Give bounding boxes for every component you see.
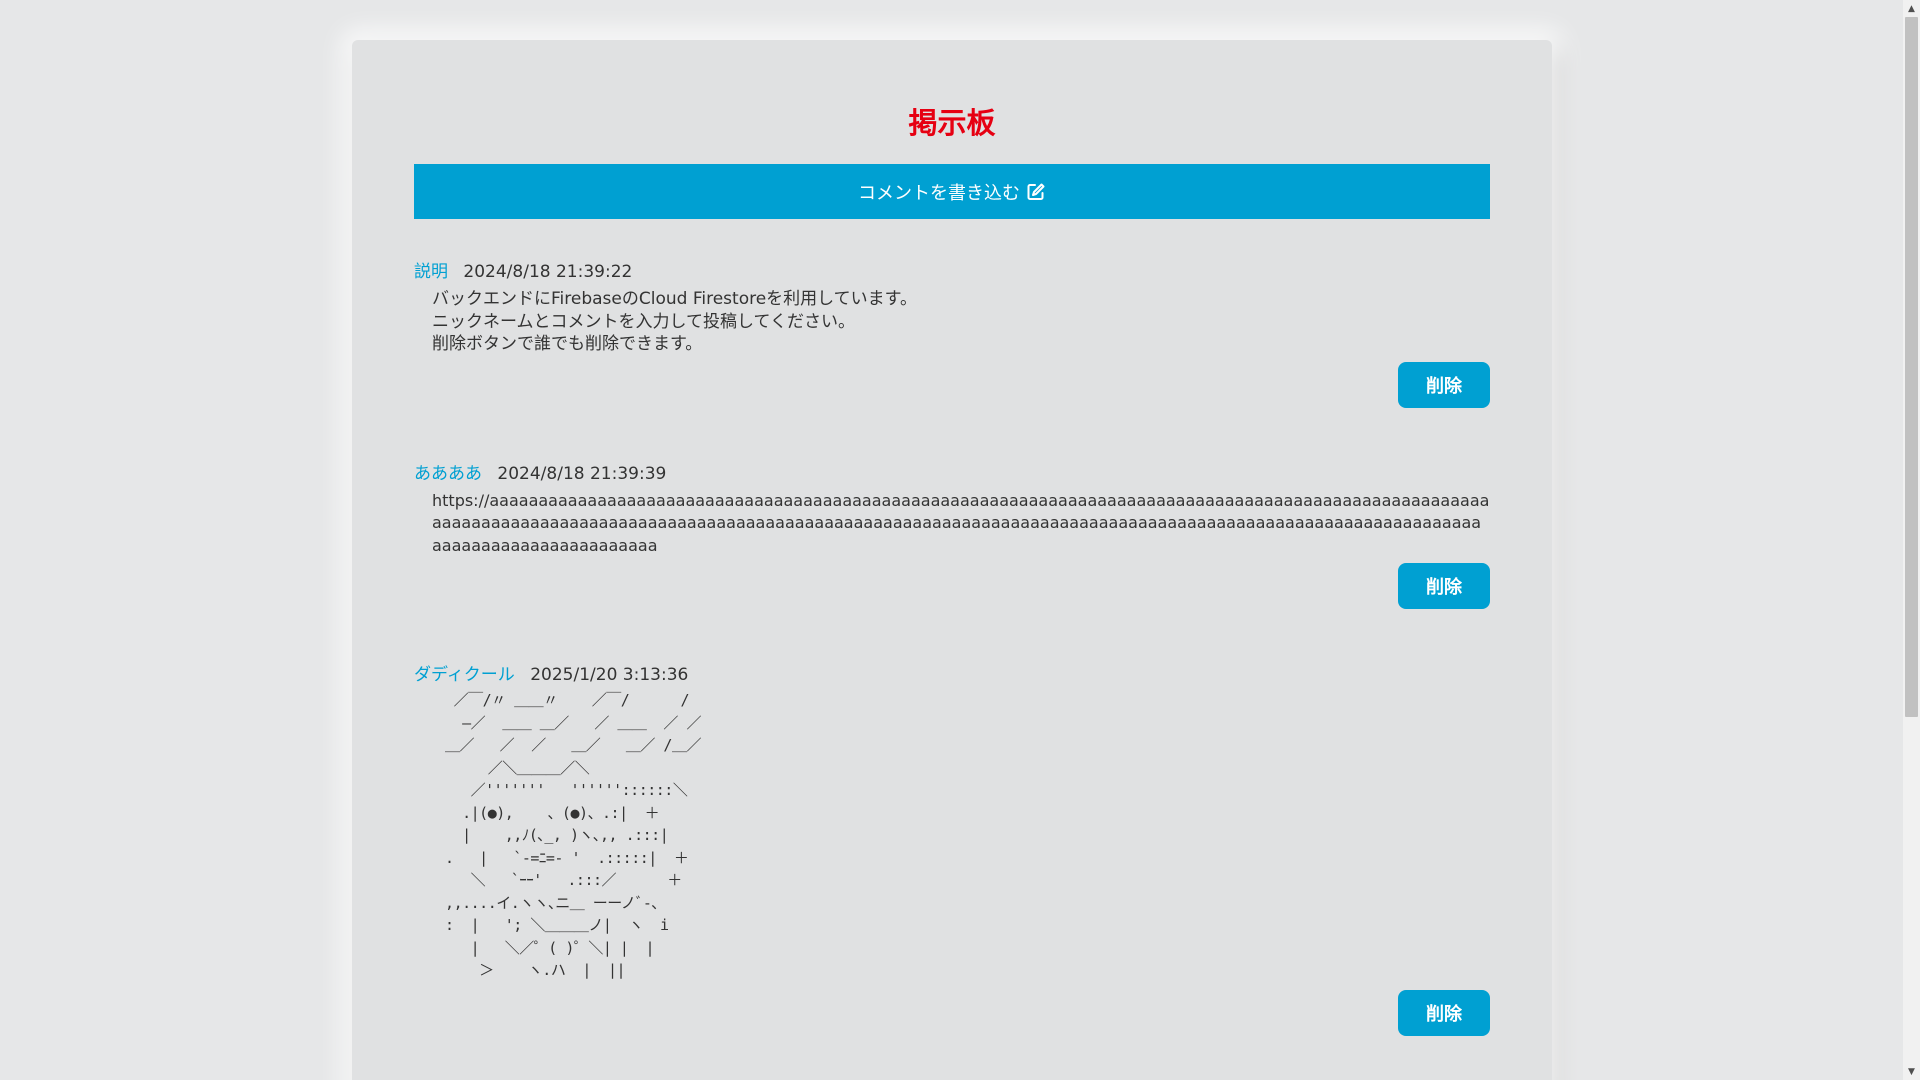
post-actions: 削除 [414, 563, 1490, 609]
board-panel: 掲示板 コメントを書き込む 説明 2024/8/18 21:39:22 バックエ… [352, 40, 1552, 1080]
post-comment: バックエンドにFirebaseのCloud Firestoreを利用しています。… [432, 289, 917, 354]
post-item: ダディクール 2025/1/20 3:13:36 ／￣/〃 ＿＿〃 ／￣/ / … [414, 663, 1490, 1036]
post-author: ああああ [414, 463, 482, 484]
page-title: 掲示板 [908, 106, 996, 140]
board-content: 掲示板 コメントを書き込む 説明 2024/8/18 21:39:22 バックエ… [414, 40, 1490, 1036]
post-author: ダディクール [414, 665, 515, 685]
post-author: 説明 [414, 262, 448, 282]
post-timestamp: 2024/8/18 21:39:39 [497, 463, 667, 484]
scroll-thumb[interactable] [1905, 17, 1918, 717]
scroll-down-icon[interactable]: ▼ [1903, 1063, 1920, 1080]
post-list: 説明 2024/8/18 21:39:22 バックエンドにFirebaseのCl… [414, 260, 1490, 1036]
post-actions: 削除 [414, 989, 1490, 1036]
post-header: ダディクール 2025/1/20 3:13:36 [414, 663, 1490, 687]
post-header: ああああ 2024/8/18 21:39:39 [414, 462, 1490, 486]
write-comment-button[interactable]: コメントを書き込む [414, 164, 1490, 219]
edit-icon [1027, 183, 1045, 200]
post-header: 説明 2024/8/18 21:39:22 [414, 260, 1490, 284]
page: 掲示板 コメントを書き込む 説明 2024/8/18 21:39:22 バックエ… [0, 0, 1920, 1080]
post-timestamp: 2025/1/20 3:13:36 [530, 665, 689, 685]
post-comment: https://aaaaaaaaaaaaaaaaaaaaaaaaaaaaaaaa… [432, 490, 1490, 555]
write-comment-label: コメントを書き込む [858, 182, 1020, 204]
post-item: ああああ 2024/8/18 21:39:39 https://aaaaaaaa… [414, 462, 1490, 609]
vertical-scrollbar[interactable]: ▲ ▼ [1903, 0, 1920, 1080]
post-timestamp: 2024/8/18 21:39:22 [463, 262, 633, 282]
post-comment-ascii-art: ／￣/〃 ＿＿〃 ／￣/ / ―／ ＿＿ ＿／ ／ ＿＿ ／ ／ ＿／ ／ ／ … [445, 691, 701, 979]
delete-button[interactable]: 削除 [1398, 563, 1490, 609]
delete-button[interactable]: 削除 [1398, 361, 1490, 408]
delete-button[interactable]: 削除 [1398, 989, 1490, 1036]
scroll-up-icon[interactable]: ▲ [1903, 0, 1920, 17]
post-actions: 削除 [414, 361, 1490, 408]
post-item: 説明 2024/8/18 21:39:22 バックエンドにFirebaseのCl… [414, 260, 1490, 408]
